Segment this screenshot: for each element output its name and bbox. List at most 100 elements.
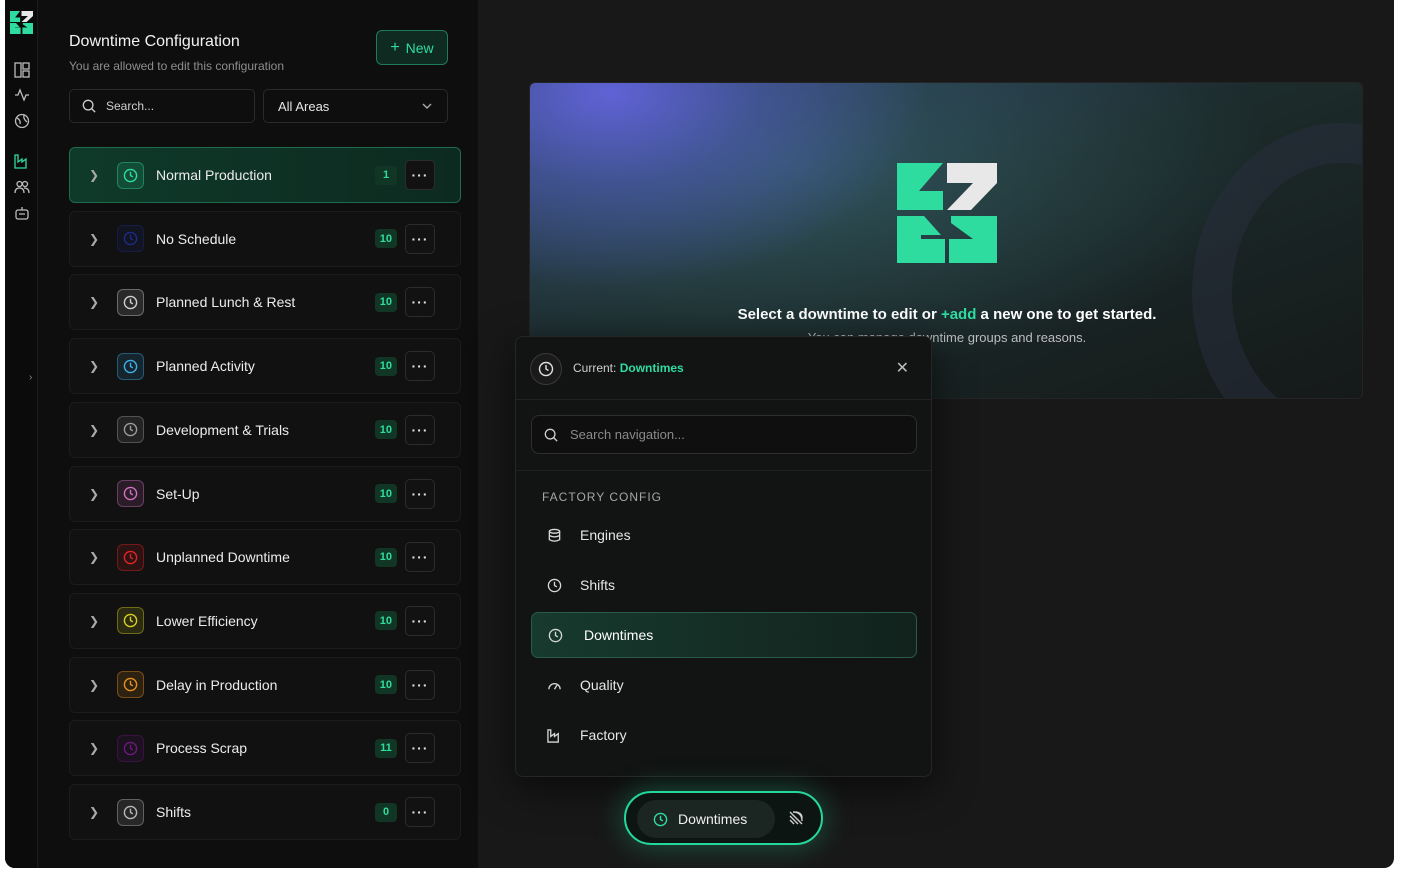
clock-icon — [653, 812, 668, 826]
new-button[interactable]: + New — [376, 30, 448, 65]
chevron-right-icon[interactable]: ❯ — [89, 487, 99, 501]
downtime-row[interactable]: ❯ Set-Up 10 ··· — [69, 465, 461, 522]
reason-count-badge: 0 — [375, 802, 397, 822]
downtime-row[interactable]: ❯ Process Scrap 11 ··· — [69, 720, 461, 777]
downtime-row[interactable]: ❯ Planned Activity 10 ··· — [69, 338, 461, 395]
more-options-button[interactable]: ··· — [405, 669, 435, 700]
downtime-row-label: Shifts — [156, 804, 192, 820]
divider — [516, 470, 931, 471]
decorative-arc — [1192, 123, 1362, 398]
downtime-row-label: Set-Up — [156, 485, 200, 502]
chevron-right-icon[interactable]: ❯ — [89, 678, 99, 692]
chevron-down-icon — [422, 103, 432, 109]
dashboard-icon[interactable] — [13, 61, 31, 79]
globe-icon[interactable] — [13, 112, 31, 130]
downtime-row[interactable]: ❯ No Schedule 10 ··· — [69, 210, 461, 267]
add-link[interactable]: +add — [941, 306, 976, 323]
clock-icon — [117, 161, 144, 189]
chevron-right-icon[interactable]: ❯ — [89, 550, 99, 564]
downtime-row[interactable]: ❯ Lower Efficiency 10 ··· — [69, 592, 461, 649]
current-value: Downtimes — [619, 361, 684, 375]
reason-count-badge: 10 — [374, 229, 397, 249]
page-subtitle: You are allowed to edit this configurati… — [69, 59, 285, 73]
more-options-button[interactable]: ··· — [405, 160, 435, 190]
current-page-pill[interactable]: Downtimes — [637, 800, 775, 838]
nav-item-quality[interactable]: Quality — [531, 662, 917, 708]
downtime-row-label: Process Scrap — [156, 740, 248, 757]
downtime-row[interactable]: ❯ Delay in Production 10 ··· — [69, 656, 461, 713]
downtime-row[interactable]: ❯ Planned Lunch & Rest 10 ··· — [69, 274, 461, 331]
reason-count-badge: 10 — [374, 292, 397, 312]
chevron-right-icon[interactable]: ❯ — [89, 168, 99, 182]
reason-count-badge: 10 — [374, 484, 397, 503]
downtime-row[interactable]: ❯ Development & Trials 10 ··· — [69, 401, 461, 458]
empty-state-title: Select a downtime to edit or +add a new … — [530, 306, 1362, 323]
title-text-end: a new one to get started. — [976, 306, 1157, 323]
plus-icon: + — [390, 38, 400, 56]
downtime-row[interactable]: ❯ Shifts 0 ··· — [69, 784, 461, 840]
chevron-right-icon[interactable]: ❯ — [89, 295, 99, 309]
chevron-right-icon[interactable]: ❯ — [89, 614, 99, 628]
close-icon[interactable]: ✕ — [896, 358, 909, 378]
downtime-row-label: Normal Production — [156, 167, 272, 183]
downtime-row[interactable]: ❯ Unplanned Downtime 10 ··· — [69, 529, 461, 586]
reason-count-badge: 1 — [375, 165, 397, 185]
nav-item-label: Factory — [580, 727, 627, 743]
downtime-row-label: Planned Lunch & Rest — [156, 294, 296, 311]
navigation-search-input[interactable] — [531, 415, 917, 454]
downtime-row-label: Delay in Production — [156, 676, 278, 693]
more-options-button[interactable]: ··· — [405, 223, 435, 254]
downtime-row-label: No Schedule — [156, 230, 237, 247]
factory-icon — [545, 726, 563, 744]
clock-icon — [117, 734, 144, 762]
area-select[interactable]: All Areas — [263, 89, 448, 123]
popover-header: Current: Downtimes ✕ — [516, 337, 931, 400]
downtime-row-label: Planned Activity — [156, 358, 255, 375]
clock-icon — [117, 607, 144, 635]
factory-icon[interactable] — [13, 152, 31, 170]
search-input[interactable]: Search... — [69, 89, 255, 123]
chevron-right-icon[interactable]: ❯ — [89, 805, 99, 819]
more-options-button[interactable]: ··· — [405, 287, 435, 318]
more-options-button[interactable]: ··· — [405, 351, 435, 382]
downtime-row-label: Unplanned Downtime — [156, 549, 290, 566]
more-options-button[interactable]: ··· — [405, 733, 435, 764]
search-icon — [82, 99, 96, 113]
navigation-search-field[interactable] — [570, 427, 890, 442]
chevron-right-icon[interactable]: ❯ — [89, 232, 99, 246]
nav-item-factory[interactable]: Factory — [531, 712, 917, 758]
nav-item-label: Downtimes — [584, 627, 654, 643]
more-options-button[interactable]: ··· — [405, 605, 435, 636]
database-icon — [545, 526, 563, 544]
chevron-right-icon[interactable]: ❯ — [89, 359, 99, 373]
more-options-button[interactable]: ··· — [405, 414, 435, 445]
navigation-popover: Current: Downtimes ✕ FACTORY CONFIG Engi… — [515, 336, 932, 777]
users-icon[interactable] — [13, 178, 31, 196]
search-placeholder: Search... — [106, 99, 155, 113]
nav-item-engines[interactable]: Engines — [531, 512, 917, 558]
signal-icon[interactable] — [787, 809, 805, 827]
nav-item-label: Quality — [580, 677, 624, 693]
search-icon — [544, 428, 558, 442]
brand-logo-icon[interactable] — [10, 11, 33, 34]
gauge-icon — [545, 676, 563, 694]
activity-icon[interactable] — [13, 86, 31, 104]
chevron-right-icon[interactable]: ❯ — [89, 423, 99, 437]
robot-icon[interactable] — [13, 204, 31, 222]
downtime-panel: Downtime Configuration You are allowed t… — [38, 0, 478, 868]
current-location: Current: Downtimes — [573, 361, 684, 375]
more-options-button[interactable]: ··· — [405, 542, 435, 573]
nav-item-shifts[interactable]: Shifts — [531, 562, 917, 608]
nav-item-downtimes[interactable]: Downtimes — [531, 612, 917, 658]
downtime-row-label: Development & Trials — [156, 421, 290, 438]
more-options-button[interactable]: ··· — [405, 797, 435, 827]
area-select-value: All Areas — [278, 98, 330, 114]
reason-count-badge: 11 — [375, 738, 397, 758]
downtime-row-label: Lower Efficiency — [156, 612, 258, 629]
chevron-right-icon[interactable]: ❯ — [89, 741, 99, 755]
more-options-button[interactable]: ··· — [405, 478, 435, 509]
downtime-row[interactable]: ❯ Normal Production 1 ··· — [69, 147, 461, 203]
clock-icon — [530, 353, 562, 385]
clock-icon — [117, 671, 144, 699]
new-button-label: New — [405, 39, 434, 56]
